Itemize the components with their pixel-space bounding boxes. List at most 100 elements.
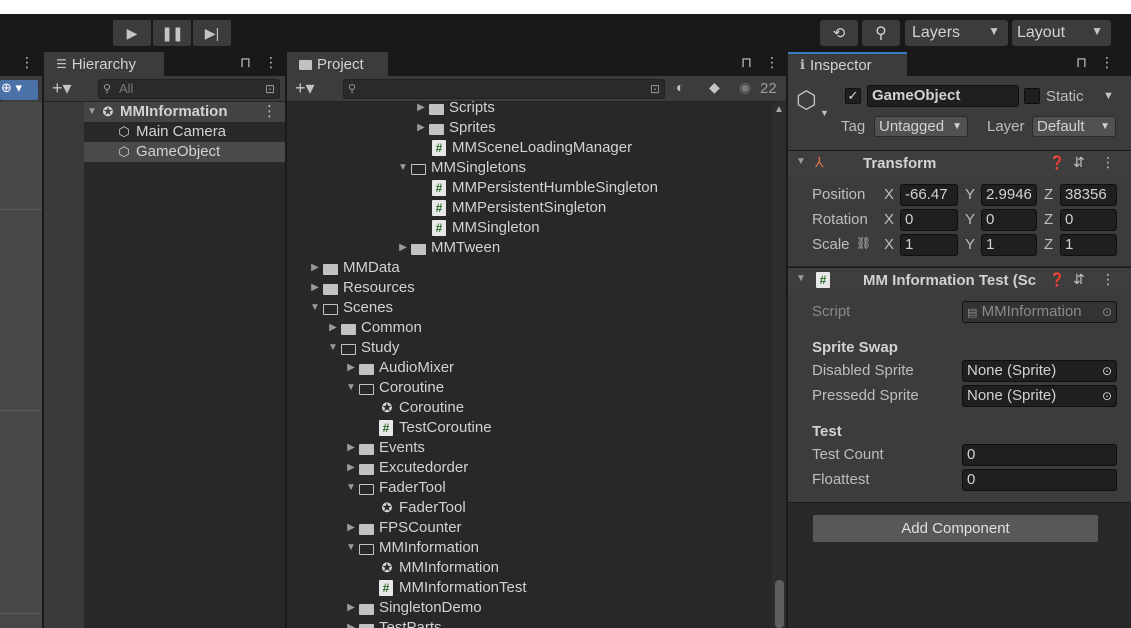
project-search-input[interactable]: ⚲ ⊡: [343, 79, 665, 99]
expand-triangle-icon[interactable]: ▼: [84, 102, 100, 122]
component-header[interactable]: ▼ # MM Information Test (Sc ❓ ⇵ ⋮: [788, 267, 1131, 293]
play-button[interactable]: ▶: [113, 20, 151, 46]
tree-item-testparts[interactable]: ▶ TestParts: [343, 618, 442, 628]
tree-item-script[interactable]: # MMInformationTest: [379, 578, 527, 598]
hierarchy-item-main-camera[interactable]: ⬡ Main Camera: [84, 122, 285, 142]
collapsed-triangle-icon[interactable]: ▶: [343, 598, 359, 618]
tree-item-scene[interactable]: ✪ FaderTool: [379, 498, 466, 518]
help-icon[interactable]: ❓: [1049, 272, 1065, 288]
collapsed-triangle-icon[interactable]: ▶: [343, 458, 359, 478]
collapsed-triangle-icon[interactable]: ▶: [413, 118, 429, 138]
filter-type-icon[interactable]: ◐: [676, 79, 684, 95]
search-button[interactable]: ⚲: [862, 20, 900, 46]
chevron-down-icon[interactable]: ▼: [820, 108, 829, 118]
expand-triangle-icon[interactable]: ▼: [796, 156, 806, 167]
scene-view[interactable]: [0, 102, 42, 628]
collapsed-triangle-icon[interactable]: ▶: [343, 358, 359, 378]
tree-item-folder-open[interactable]: ▼ MMSingletons: [395, 158, 526, 178]
tag-icon[interactable]: ◆: [709, 79, 720, 96]
tab-hierarchy[interactable]: ☰ Hierarchy: [44, 52, 164, 76]
lock-icon[interactable]: ⊓: [1076, 54, 1087, 71]
hierarchy-item-gameobject[interactable]: ⬡ GameObject: [84, 142, 285, 162]
tag-dropdown[interactable]: Untagged ▼: [874, 116, 968, 137]
tree-item-mmtween[interactable]: ▶ MMTween: [395, 238, 500, 258]
object-picker-icon[interactable]: ⊙: [1102, 361, 1112, 381]
tree-item-sprites[interactable]: ▶ Sprites: [413, 118, 496, 138]
more-icon[interactable]: ⋮: [1101, 271, 1115, 288]
gizmo-button[interactable]: ⊕ ▾: [0, 80, 38, 100]
collapsed-triangle-icon[interactable]: ▶: [343, 618, 359, 628]
scale-x-field[interactable]: 1: [900, 234, 958, 256]
pressed-sprite-field[interactable]: None (Sprite) ⊙: [962, 385, 1117, 407]
tree-item-mminformation-folder[interactable]: ▼ MMInformation: [343, 538, 479, 558]
tree-item-events[interactable]: ▶ Events: [343, 438, 425, 458]
rotation-y-field[interactable]: 0: [981, 209, 1037, 231]
collapsed-triangle-icon[interactable]: ▶: [307, 278, 323, 298]
pause-button[interactable]: ❚❚: [153, 20, 191, 46]
tree-item-study[interactable]: ▼ Study: [325, 338, 399, 358]
tree-item-script[interactable]: # TestCoroutine: [379, 418, 492, 438]
collapsed-triangle-icon[interactable]: ▶: [343, 438, 359, 458]
collapsed-triangle-icon[interactable]: ▶: [307, 258, 323, 278]
add-icon[interactable]: +▾: [295, 78, 315, 99]
layers-dropdown[interactable]: Layers ▼: [905, 20, 1008, 46]
object-name-field[interactable]: GameObject: [867, 85, 1019, 107]
add-icon[interactable]: +▾: [52, 78, 72, 99]
tab-inspector[interactable]: ℹ Inspector: [788, 52, 907, 76]
presets-icon[interactable]: ⇵: [1073, 154, 1085, 171]
tree-item-script[interactable]: # MMPersistentSingleton: [432, 198, 606, 218]
more-icon[interactable]: ⋮: [262, 102, 277, 122]
history-button[interactable]: ⟲: [820, 20, 858, 46]
collapsed-triangle-icon[interactable]: ▶: [413, 98, 429, 118]
presets-icon[interactable]: ⇵: [1073, 271, 1085, 288]
disabled-sprite-field[interactable]: None (Sprite) ⊙: [962, 360, 1117, 382]
expand-triangle-icon[interactable]: ▼: [796, 273, 806, 284]
add-component-button[interactable]: Add Component: [812, 514, 1099, 543]
link-scale-icon[interactable]: ⛓: [856, 236, 871, 250]
tree-item-mmdata[interactable]: ▶ MMData: [307, 258, 400, 278]
position-y-field[interactable]: 2.9946: [981, 184, 1037, 206]
scrollbar-thumb[interactable]: [775, 580, 784, 628]
lock-icon[interactable]: ⊓: [741, 54, 752, 71]
position-z-field[interactable]: 38356: [1060, 184, 1117, 206]
position-x-field[interactable]: -66.47: [900, 184, 958, 206]
expand-search-icon[interactable]: ⊡: [265, 80, 275, 98]
more-icon[interactable]: ⋮: [264, 54, 278, 71]
help-icon[interactable]: ❓: [1049, 155, 1065, 171]
tree-item-scene[interactable]: ✪ Coroutine: [379, 398, 465, 418]
layer-dropdown[interactable]: Default ▼: [1032, 116, 1116, 137]
collapsed-triangle-icon[interactable]: ▶: [325, 318, 341, 338]
more-icon[interactable]: ⋮: [1100, 54, 1114, 71]
tree-item-common[interactable]: ▶ Common: [325, 318, 422, 338]
expand-triangle-icon[interactable]: ▼: [307, 298, 323, 318]
scale-z-field[interactable]: 1: [1060, 234, 1117, 256]
tree-item-script[interactable]: # MMPersistentHumbleSingleton: [432, 178, 658, 198]
active-checkbox[interactable]: ✓: [845, 88, 861, 104]
rotation-x-field[interactable]: 0: [900, 209, 958, 231]
rotation-z-field[interactable]: 0: [1060, 209, 1117, 231]
more-icon[interactable]: ⋮: [765, 54, 779, 71]
layout-dropdown[interactable]: Layout ▼: [1012, 20, 1111, 46]
collapsed-triangle-icon[interactable]: ▶: [395, 238, 411, 258]
tree-item-scene[interactable]: ✪ MMInformation: [379, 558, 499, 578]
more-icon[interactable]: ⋮: [1101, 154, 1115, 171]
collapsed-triangle-icon[interactable]: ▶: [343, 518, 359, 538]
transform-header[interactable]: ▼ ⅄ Transform ❓ ⇵ ⋮: [788, 150, 1131, 176]
expand-triangle-icon[interactable]: ▼: [325, 338, 341, 358]
object-picker-icon[interactable]: ⊙: [1102, 386, 1112, 406]
expand-triangle-icon[interactable]: ▼: [343, 538, 359, 558]
expand-triangle-icon[interactable]: ▼: [395, 158, 411, 178]
more-icon[interactable]: ⋮: [20, 54, 34, 71]
tree-item-script[interactable]: # MMSingleton: [432, 218, 540, 238]
hierarchy-scene-row[interactable]: ▼ ✪ MMInformation ⋮: [84, 102, 285, 122]
hierarchy-search-input[interactable]: ⚲ All ⊡: [98, 79, 280, 99]
tree-item-resources[interactable]: ▶ Resources: [307, 278, 415, 298]
expand-triangle-icon[interactable]: ▼: [343, 378, 359, 398]
test-count-field[interactable]: 0: [962, 444, 1117, 466]
scroll-up-icon[interactable]: ▲: [774, 104, 784, 115]
tree-item-coroutine-folder[interactable]: ▼ Coroutine: [343, 378, 444, 398]
tree-item-fadertool-folder[interactable]: ▼ FaderTool: [343, 478, 446, 498]
chevron-down-icon[interactable]: ▼: [1103, 90, 1114, 102]
scale-y-field[interactable]: 1: [981, 234, 1037, 256]
tree-item-excutedorder[interactable]: ▶ Excutedorder: [343, 458, 468, 478]
